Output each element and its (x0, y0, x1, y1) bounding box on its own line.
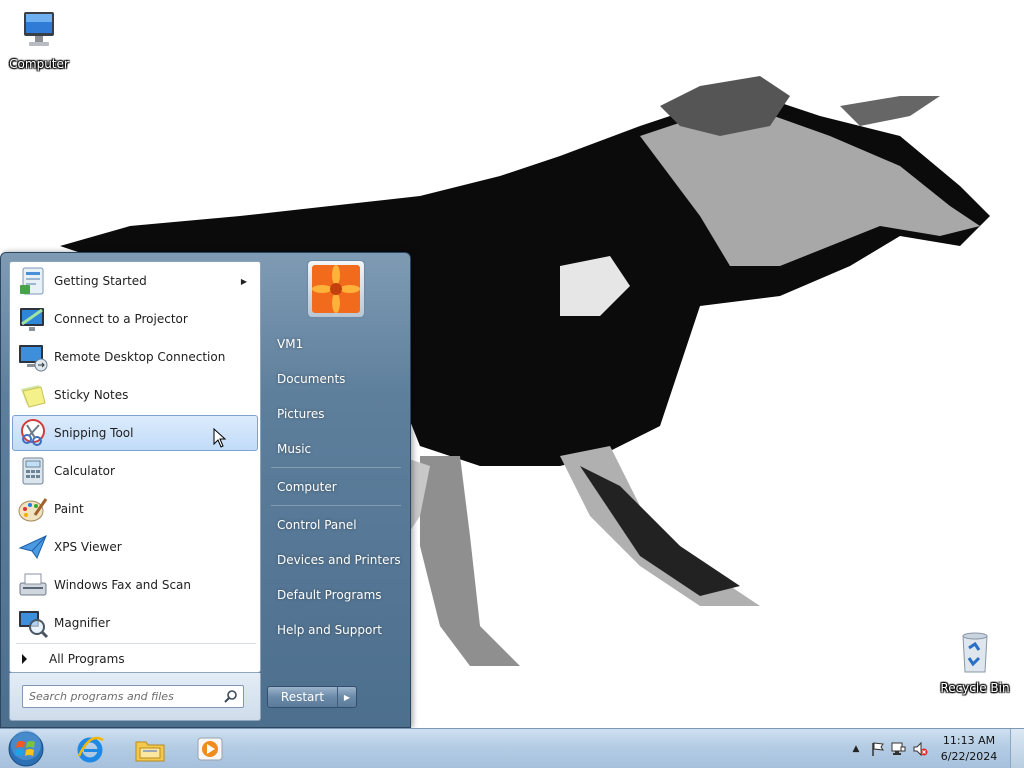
action-center-flag-icon[interactable] (870, 741, 886, 757)
taskbar-internet-explorer[interactable] (62, 731, 118, 767)
snipping-tool-icon (21, 419, 45, 446)
right-link-label: Documents (277, 372, 346, 386)
right-link-music[interactable]: Music (271, 434, 401, 464)
right-link-label: Default Programs (277, 588, 382, 602)
right-link-label: Control Panel (277, 518, 357, 532)
all-programs-button[interactable]: All Programs (12, 648, 258, 670)
program-getting-started[interactable]: Getting Started ▶ (12, 263, 258, 299)
desktop-icon-recycle-bin[interactable]: Recycle Bin (940, 630, 1010, 695)
paint-icon (18, 498, 48, 522)
xps-viewer-icon (18, 535, 47, 560)
desktop-icon-label: Computer (9, 57, 69, 71)
remote-desktop-icon (19, 345, 48, 372)
flower-avatar-icon (312, 265, 360, 313)
mouse-cursor-icon (213, 428, 227, 448)
show-hidden-icons-icon[interactable]: ▲ (848, 741, 864, 757)
expand-arrow-icon (22, 654, 27, 664)
program-label: Windows Fax and Scan (54, 578, 192, 592)
right-link-label: Devices and Printers (277, 553, 401, 567)
program-connect-to-projector[interactable]: Connect to a Projector (12, 301, 258, 337)
right-link-documents[interactable]: Documents (271, 364, 401, 394)
recycle-bin-icon (962, 632, 988, 673)
system-tray: ▲ 11:13 AM 6/22/2024 (834, 729, 1024, 768)
program-label: Remote Desktop Connection (54, 350, 226, 364)
user-picture[interactable] (307, 260, 365, 318)
start-button-windows-icon[interactable] (6, 730, 46, 768)
program-label: Snipping Tool (54, 426, 134, 440)
taskbar-file-explorer[interactable] (122, 731, 178, 767)
volume-muted-icon[interactable] (912, 741, 928, 757)
program-paint[interactable]: Paint (12, 491, 258, 527)
desktop-icon-label: Recycle Bin (940, 681, 1010, 695)
program-label: Paint (54, 502, 84, 516)
programs-pane: Getting Started ▶ Connect to a Projector… (9, 261, 261, 673)
right-link-label: Music (277, 442, 312, 456)
fax-scan-icon (19, 573, 47, 596)
program-fax-and-scan[interactable]: Windows Fax and Scan (12, 567, 258, 603)
program-label: Calculator (54, 464, 115, 478)
file-explorer-icon (135, 741, 165, 762)
program-label: XPS Viewer (54, 540, 122, 554)
program-sticky-notes[interactable]: Sticky Notes (12, 377, 258, 413)
projector-icon (20, 308, 44, 331)
right-link-pictures[interactable]: Pictures (271, 399, 401, 429)
search-icon[interactable] (223, 689, 239, 705)
clock-time: 11:13 AM (942, 734, 996, 747)
right-link-label: Help and Support (277, 623, 382, 637)
getting-started-icon (20, 267, 44, 295)
divider (271, 505, 401, 506)
program-xps-viewer[interactable]: XPS Viewer (12, 529, 258, 565)
magnifier-icon (19, 611, 49, 639)
right-link-devices-printers[interactable]: Devices and Printers (271, 545, 401, 575)
program-label: Sticky Notes (54, 388, 129, 402)
right-link-label: VM1 (277, 337, 304, 351)
restart-button-label: Restart (268, 687, 338, 707)
right-link-help-support[interactable]: Help and Support (271, 615, 401, 645)
program-label: Connect to a Projector (54, 312, 188, 326)
submenu-arrow-icon: ▶ (240, 276, 247, 286)
taskbar-media-player[interactable] (182, 731, 238, 767)
right-link-default-programs[interactable]: Default Programs (271, 580, 401, 610)
search-box[interactable] (22, 685, 244, 708)
taskbar: ▲ 11:13 AM 6/22/2024 (0, 728, 1024, 768)
search-input[interactable] (23, 686, 213, 707)
program-label: Getting Started (54, 274, 147, 288)
all-programs-label: All Programs (49, 652, 125, 666)
right-link-user[interactable]: VM1 (271, 329, 401, 359)
program-remote-desktop[interactable]: Remote Desktop Connection (12, 339, 258, 375)
restart-button[interactable]: Restart ▶ (267, 686, 357, 708)
right-link-label: Computer (277, 480, 337, 494)
clock[interactable]: 11:13 AM 6/22/2024 (936, 733, 1002, 765)
network-icon[interactable] (890, 741, 906, 757)
divider (271, 467, 401, 468)
internet-explorer-icon (77, 736, 104, 763)
right-link-computer[interactable]: Computer (271, 472, 401, 502)
desktop-icon-computer[interactable]: Computer (4, 8, 74, 71)
program-label: Magnifier (54, 616, 111, 630)
program-calculator[interactable]: Calculator (12, 453, 258, 489)
clock-date: 6/22/2024 (940, 750, 998, 763)
media-player-icon (197, 737, 223, 761)
program-snipping-tool[interactable]: Snipping Tool (12, 415, 258, 451)
divider (16, 643, 256, 644)
sticky-notes-icon (21, 385, 46, 408)
right-link-control-panel[interactable]: Control Panel (271, 510, 401, 540)
computer-icon (24, 12, 54, 46)
right-link-label: Pictures (277, 407, 325, 421)
power-options-arrow-icon[interactable]: ▶ (338, 687, 356, 707)
calculator-icon (22, 457, 44, 485)
program-magnifier[interactable]: Magnifier (12, 605, 258, 641)
show-desktop-button[interactable] (1010, 729, 1024, 768)
start-menu: Getting Started ▶ Connect to a Projector… (0, 252, 411, 728)
search-area (9, 673, 261, 721)
